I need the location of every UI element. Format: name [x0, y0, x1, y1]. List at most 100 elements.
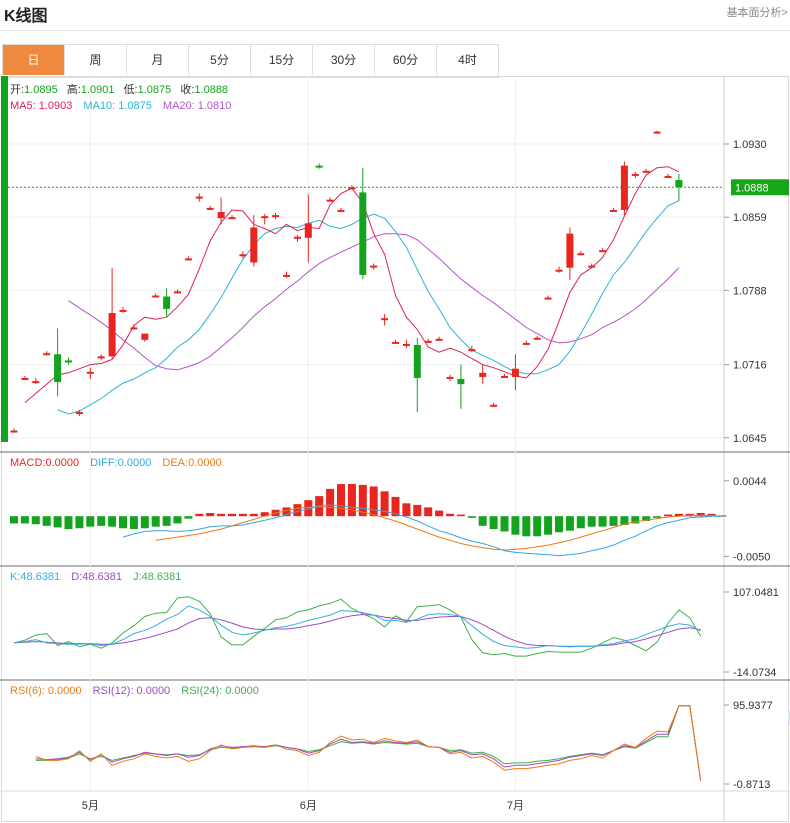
- left-volume-bar: [1, 76, 8, 442]
- macd-bar: [238, 513, 247, 517]
- macd-bar: [511, 516, 520, 535]
- tab-60min[interactable]: 60分: [375, 45, 437, 75]
- macd-bar: [478, 516, 487, 526]
- candle-body: [642, 170, 650, 173]
- price-tick-label: 1.0716: [733, 360, 767, 372]
- macd-bar: [184, 516, 193, 519]
- macd-bar: [369, 486, 378, 517]
- d-line: [13, 613, 701, 647]
- macd-bar: [293, 504, 302, 517]
- macd-bar: [456, 514, 465, 517]
- macd-bar: [53, 516, 62, 528]
- macd-bar: [467, 516, 476, 518]
- macd-bar: [347, 484, 356, 517]
- candle-body: [511, 368, 519, 377]
- candle-body: [381, 318, 389, 321]
- macd-bar: [598, 516, 607, 527]
- candle-body: [293, 236, 301, 239]
- macd-bar: [42, 516, 51, 526]
- candle-body: [163, 296, 171, 309]
- candle-body: [577, 253, 585, 256]
- candle-body: [599, 250, 607, 253]
- candle-body: [283, 274, 290, 277]
- macd-bar: [20, 516, 29, 524]
- rsi24-label: RSI(24):: [181, 685, 222, 697]
- tab-day[interactable]: 日: [3, 45, 65, 75]
- grid: [8, 76, 724, 791]
- j-line: [13, 596, 702, 657]
- rsi12-label: RSI(12):: [93, 685, 134, 697]
- d-label: D:: [71, 571, 82, 583]
- time-tick-label: 5月: [82, 800, 99, 812]
- macd-bar: [533, 516, 542, 537]
- ma20-label: MA20:: [163, 100, 195, 112]
- kdj-tick-label: -14.0734: [733, 667, 776, 679]
- candle-body: [402, 343, 410, 346]
- candle-body: [501, 375, 508, 378]
- ma10-line: [57, 200, 680, 415]
- macd-bar: [500, 516, 509, 532]
- time-tick-label: 7月: [507, 800, 524, 812]
- candle-body: [86, 371, 94, 374]
- page-title: K线图: [4, 8, 48, 25]
- candle-body: [54, 354, 62, 383]
- rsi-panel: [35, 705, 702, 781]
- tab-30min[interactable]: 30分: [313, 45, 375, 75]
- macd-bar: [544, 516, 553, 535]
- candle-body: [631, 173, 639, 176]
- open-value: 1.0895: [24, 84, 58, 96]
- macd-bar: [228, 513, 236, 517]
- tab-week[interactable]: 周: [65, 45, 127, 75]
- macd-bar: [173, 516, 182, 524]
- low-value: 1.0875: [138, 84, 172, 96]
- rsi6-label: RSI(6):: [10, 685, 45, 697]
- macd-bar: [522, 516, 531, 537]
- tab-15min[interactable]: 15分: [251, 45, 313, 75]
- axes: 1.0930 1.0859 1.0788 1.0716 1.0645 5月 6月 7月 0.00…: [82, 139, 779, 812]
- candle-body: [184, 258, 192, 261]
- candle-body: [97, 356, 105, 359]
- k-label: K:: [10, 571, 20, 583]
- macd-bar: [337, 484, 345, 517]
- chart-frame: [1, 76, 789, 822]
- macd-bar: [489, 516, 498, 530]
- ma10-label: MA10:: [83, 100, 115, 112]
- macd-bar: [402, 503, 411, 517]
- candle-body: [620, 165, 628, 210]
- candle-body: [43, 353, 51, 356]
- header-divider: [0, 30, 790, 31]
- close-label: 收:: [180, 82, 194, 96]
- macd-bar: [10, 516, 18, 524]
- fundamental-analysis-link[interactable]: 基本面分析>: [727, 4, 788, 20]
- macd-bar: [64, 516, 73, 530]
- candle-body: [544, 297, 552, 300]
- candle-body: [435, 338, 443, 341]
- candle-body: [65, 360, 72, 363]
- candle-body: [228, 217, 236, 220]
- candle-body: [304, 223, 312, 238]
- candle-body: [588, 265, 596, 268]
- macd-bar: [664, 514, 672, 517]
- kdj-legend: K:48.6381 D:48.6381 J:48.6381: [10, 571, 181, 583]
- candle-body: [566, 233, 574, 268]
- dea-value: 0.0000: [188, 457, 222, 469]
- candle-body: [272, 215, 280, 218]
- rsi-tick-label: -0.8713: [733, 779, 770, 791]
- price-tick-label: 1.0645: [733, 433, 767, 445]
- ohlc-legend: 开:1.0895 高:1.0901 低:1.0875 收:1.0888: [10, 82, 228, 96]
- candle-body: [141, 333, 149, 340]
- macd-bar: [31, 516, 40, 525]
- macd-bar: [108, 516, 117, 527]
- rsi24-line: [35, 705, 702, 781]
- candle-body: [250, 227, 258, 263]
- candle-body: [522, 342, 530, 345]
- candle-body: [359, 192, 367, 275]
- tab-5min[interactable]: 5分: [189, 45, 251, 75]
- tab-month[interactable]: 月: [127, 45, 189, 75]
- ma5-label: MA5:: [10, 100, 36, 112]
- macd-bar: [555, 516, 563, 533]
- candle-body: [610, 209, 617, 212]
- tab-4hour[interactable]: 4时: [437, 45, 498, 75]
- rsi24-value: 0.0000: [225, 685, 259, 697]
- macd-bar: [75, 516, 84, 529]
